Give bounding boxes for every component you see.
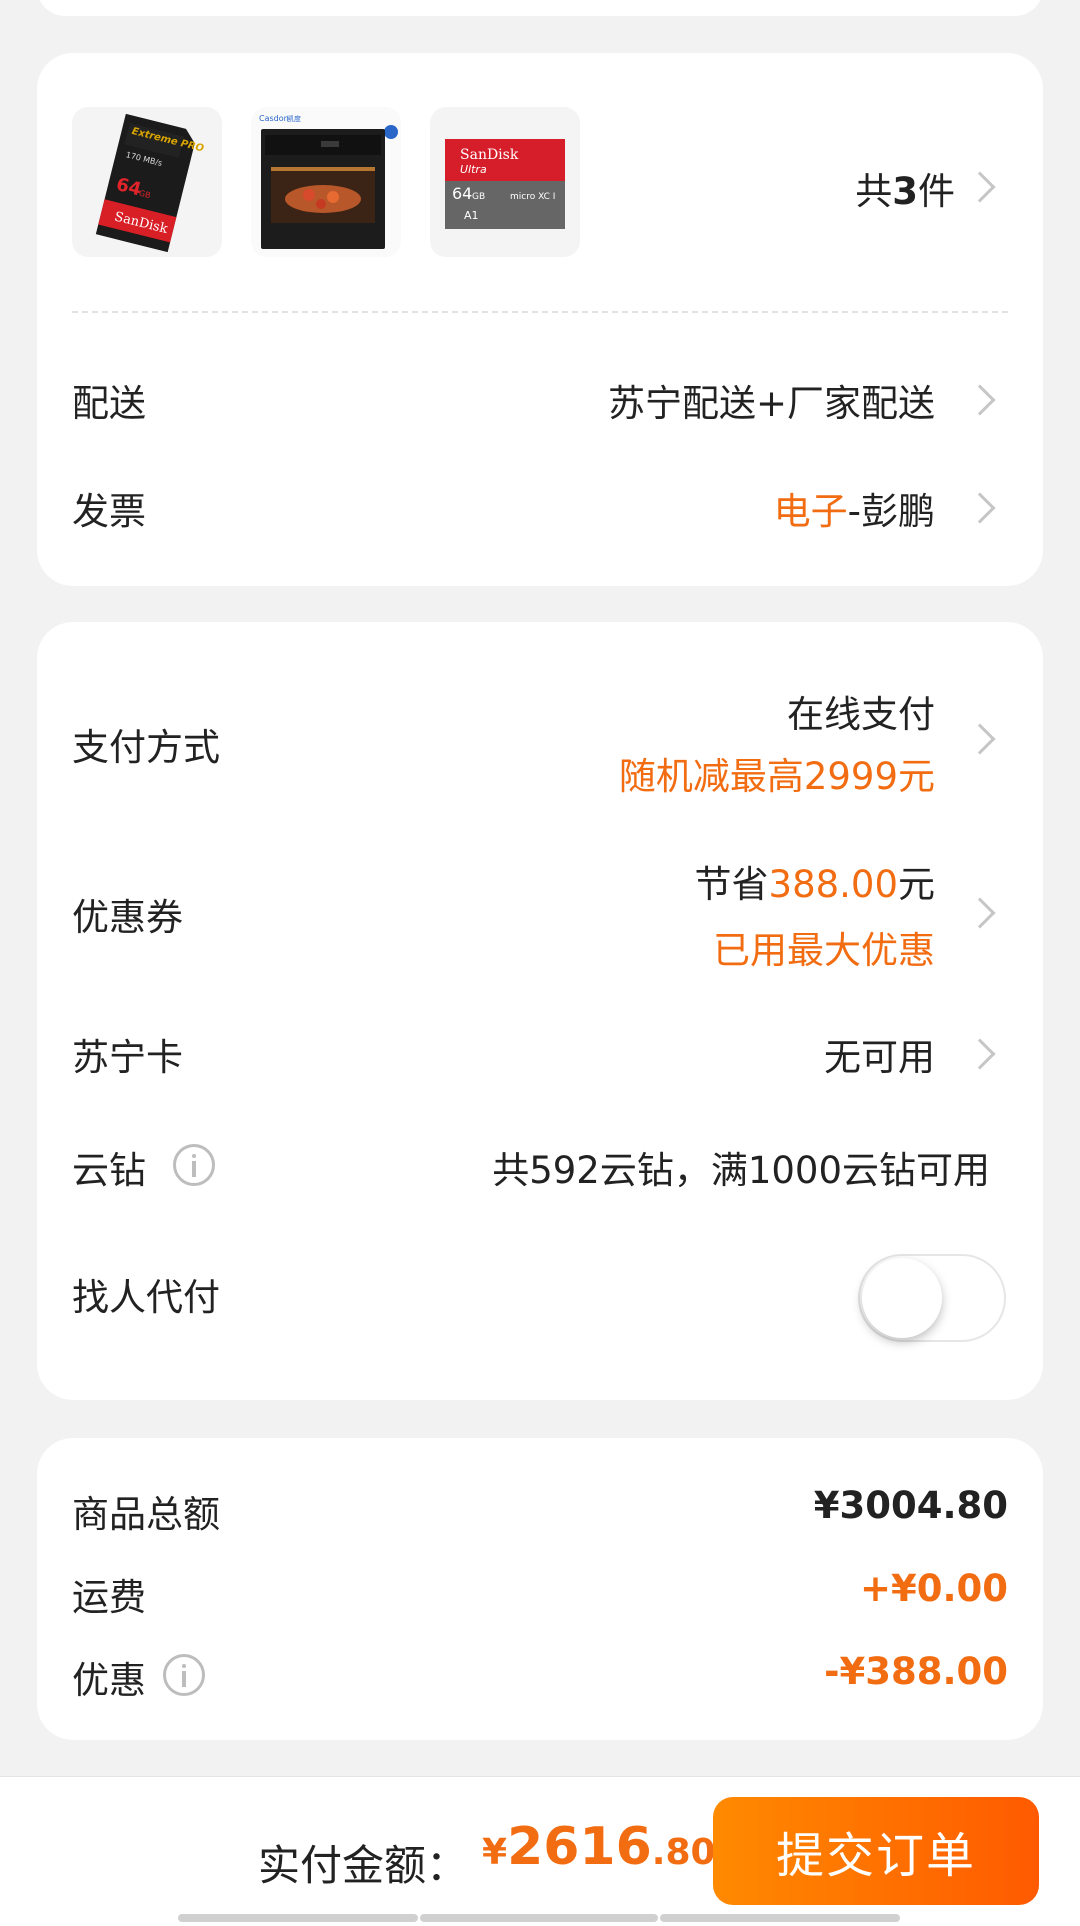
- payment-promo: 随机减最高2999元: [618, 755, 935, 798]
- svg-text:micro XC I: micro XC I: [510, 192, 555, 202]
- sd-card-image: Extreme PRO 170 MB/s 64 GB SanDisk: [95, 113, 205, 253]
- goods-card: Extreme PRO 170 MB/s 64 GB SanDisk Casdo…: [37, 53, 1043, 586]
- svg-text:Casdon: Casdon: [259, 114, 289, 123]
- coupon-status: 已用最大优惠: [713, 929, 935, 972]
- suning-card-value[interactable]: 无可用: [824, 1027, 935, 1081]
- delivery-label: 配送: [72, 382, 146, 425]
- chevron-right-icon[interactable]: [964, 1038, 996, 1070]
- chevron-right-icon[interactable]: [964, 384, 996, 416]
- submit-order-button[interactable]: 提交订单: [713, 1797, 1039, 1905]
- count-prefix: 共: [855, 170, 893, 213]
- product-thumb-sd-card[interactable]: Extreme PRO 170 MB/s 64 GB SanDisk: [72, 107, 222, 257]
- summary-card: 商品总额 ¥3004.80 运费 +¥0.00 优惠 -¥388.00: [37, 1438, 1043, 1740]
- chevron-right-icon[interactable]: [964, 171, 996, 203]
- total-amount-decimal: .80: [651, 1832, 716, 1873]
- chevron-right-icon[interactable]: [964, 723, 996, 755]
- goods-total-label: 商品总额: [72, 1493, 220, 1536]
- coupon-label: 优惠券: [72, 896, 183, 939]
- coupon-save-suffix: 元: [898, 863, 935, 906]
- shipping-value: +¥0.00: [859, 1567, 1008, 1610]
- info-icon[interactable]: [163, 1654, 205, 1696]
- invoice-label: 发票: [72, 490, 146, 533]
- order-confirm-page: Extreme PRO 170 MB/s 64 GB SanDisk Casdo…: [0, 0, 1080, 1926]
- home-indicator: [660, 1914, 900, 1922]
- coupon-save-amount: 388.00: [768, 863, 898, 906]
- dashed-divider: [72, 311, 1008, 313]
- svg-text:凯度: 凯度: [287, 114, 301, 123]
- bottom-checkout-bar: 实付金额： ¥2616.80 提交订单: [0, 1776, 1080, 1926]
- coupon-save-prefix: 节省: [694, 863, 769, 906]
- count-number: 3: [892, 170, 918, 213]
- info-icon[interactable]: [173, 1144, 215, 1186]
- payment-card: 支付方式 在线支付 随机减最高2999元 优惠券 节省388.00元 已用最大优…: [37, 622, 1043, 1400]
- payment-method-value[interactable]: 在线支付: [787, 684, 935, 738]
- shipping-label: 运费: [72, 1576, 146, 1619]
- invoice-name: -彭鹏: [847, 490, 935, 533]
- goods-count[interactable]: 共3件: [855, 161, 955, 215]
- address-card-bottom: [37, 0, 1043, 16]
- yunzuan-value: 共592云钻，满1000云钻可用: [492, 1149, 990, 1192]
- count-suffix: 件: [918, 170, 955, 213]
- home-indicator: [178, 1914, 418, 1922]
- chevron-right-icon[interactable]: [964, 492, 996, 524]
- proxy-pay-toggle[interactable]: [858, 1254, 1006, 1342]
- yunzuan-label: 云钻: [72, 1149, 146, 1192]
- steam-oven-image: Casdon 凯度: [251, 107, 401, 257]
- total-currency: ¥: [482, 1832, 508, 1873]
- svg-text:Ultra: Ultra: [460, 163, 487, 176]
- product-thumb-steam-oven[interactable]: Casdon 凯度: [251, 107, 401, 257]
- product-thumb-microsd-card[interactable]: SanDisk Ultra 64 GB micro XC I A1: [430, 107, 580, 257]
- discount-value: -¥388.00: [824, 1650, 1008, 1693]
- total-amount: ¥2616.80: [482, 1817, 716, 1877]
- svg-text:64: 64: [452, 184, 472, 203]
- chevron-right-icon[interactable]: [964, 897, 996, 929]
- total-amount-integer: 2616: [507, 1817, 652, 1877]
- total-label: 实付金额：: [258, 1841, 469, 1890]
- home-indicator: [420, 1914, 658, 1922]
- delivery-value[interactable]: 苏宁配送+厂家配送: [608, 373, 935, 427]
- svg-text:GB: GB: [472, 192, 485, 202]
- microsd-card-image: SanDisk Ultra 64 GB micro XC I A1: [445, 139, 565, 229]
- goods-thumbnails[interactable]: Extreme PRO 170 MB/s 64 GB SanDisk Casdo…: [72, 107, 580, 257]
- toggle-knob: [862, 1258, 942, 1338]
- goods-total-value: ¥3004.80: [813, 1484, 1008, 1527]
- payment-method-label: 支付方式: [72, 726, 220, 769]
- svg-text:A1: A1: [464, 209, 479, 222]
- coupon-savings[interactable]: 节省388.00元: [695, 854, 935, 908]
- invoice-value[interactable]: 电子-彭鹏: [774, 481, 935, 535]
- suning-card-label: 苏宁卡: [72, 1036, 183, 1079]
- proxy-pay-label: 找人代付: [72, 1276, 220, 1319]
- invoice-type: 电子: [773, 490, 848, 533]
- svg-text:SanDisk: SanDisk: [460, 147, 519, 163]
- discount-label: 优惠: [72, 1659, 146, 1702]
